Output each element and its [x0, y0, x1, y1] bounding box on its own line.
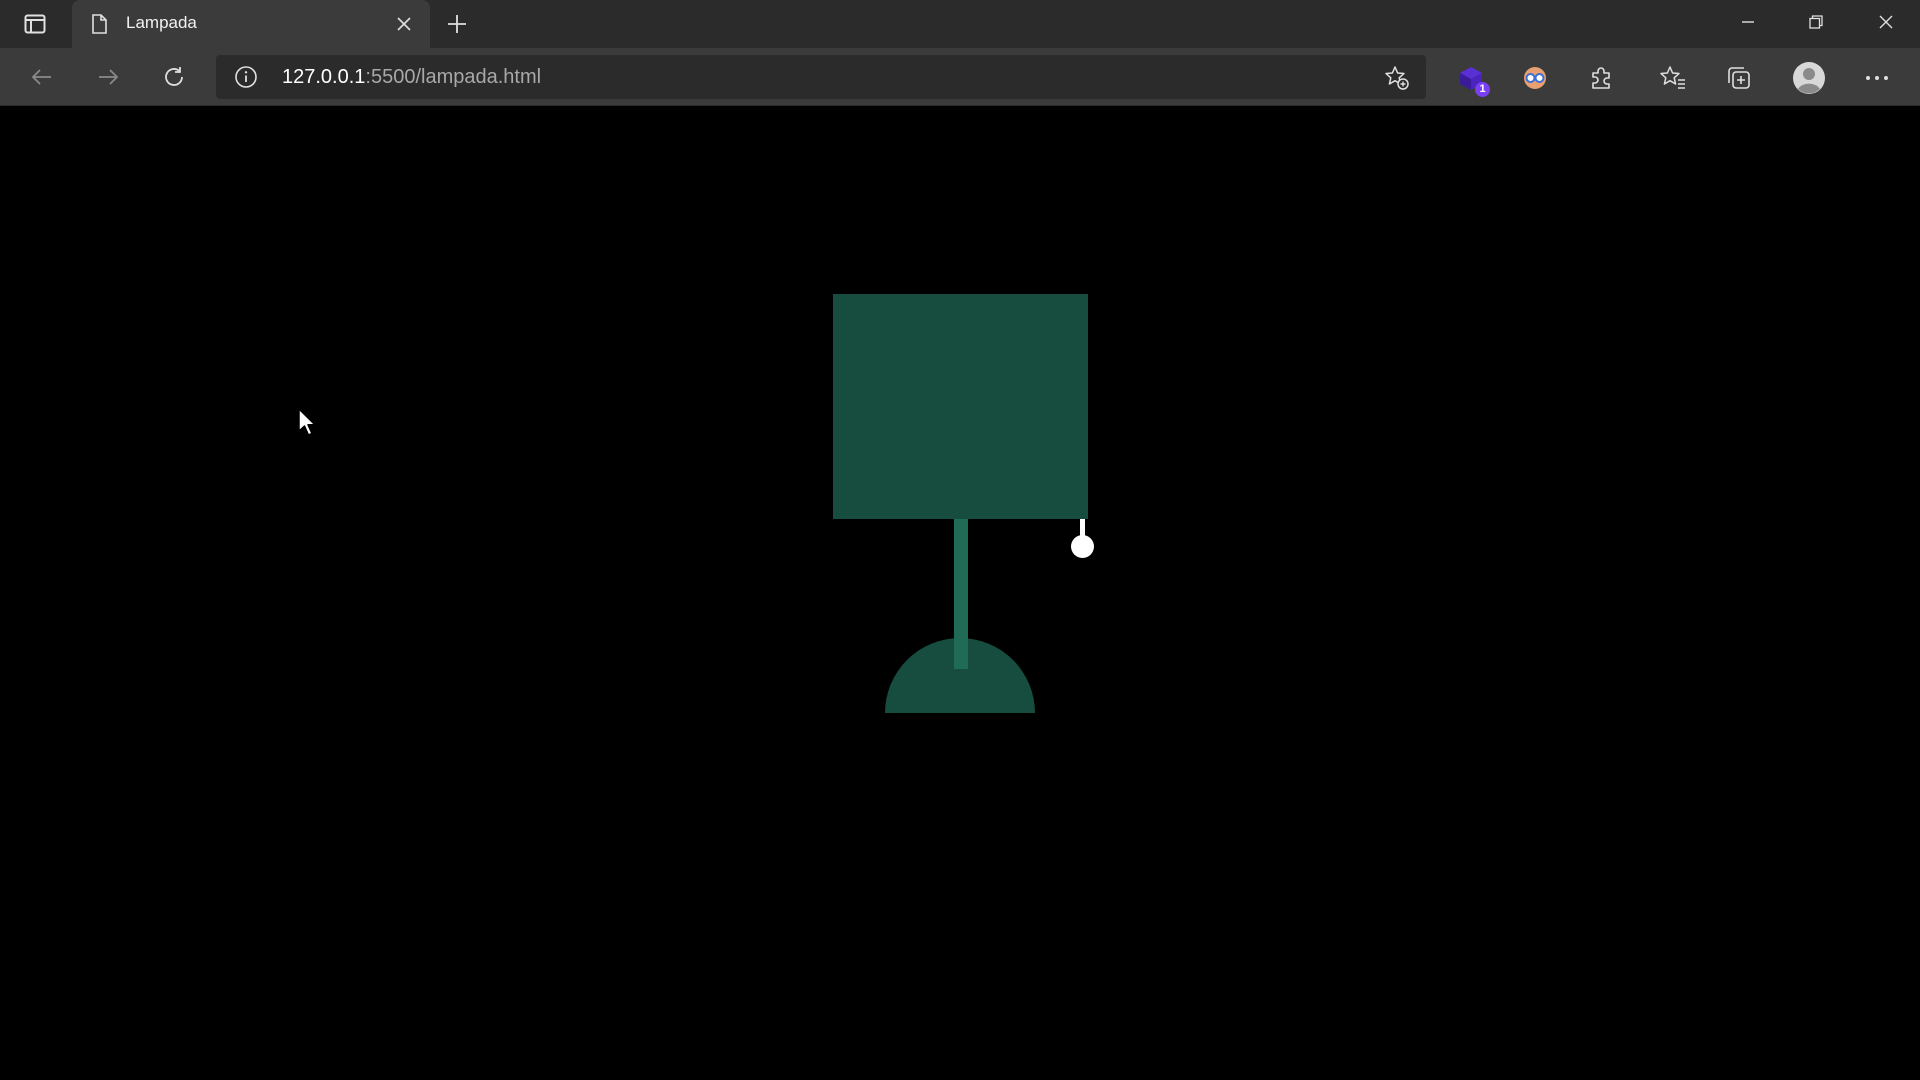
address-bar[interactable]: 127.0.0.1:5500/lampada.html [216, 55, 1426, 99]
minimize-button[interactable] [1714, 0, 1782, 44]
lamp-shade [833, 294, 1088, 519]
extension-cube-button[interactable]: 1 [1454, 61, 1490, 97]
close-icon [1879, 15, 1893, 29]
extensions-button[interactable] [1584, 61, 1618, 95]
page-document-icon [92, 14, 107, 34]
arrow-right-icon [99, 69, 119, 85]
browser-window: Lampada 127.0.0.1:5500/lampada.html 1 [0, 0, 1920, 1080]
tab-lampada[interactable]: Lampada [72, 0, 430, 48]
profile-button[interactable] [1792, 61, 1826, 95]
url-host: 127.0.0.1 [282, 66, 366, 88]
mouse-cursor-icon [298, 408, 316, 436]
url-text[interactable]: 127.0.0.1:5500/lampada.html [282, 66, 541, 89]
browser-toolbar: 127.0.0.1:5500/lampada.html 1 [0, 48, 1920, 106]
favorites-button[interactable] [1656, 61, 1690, 95]
collections-button[interactable] [1722, 61, 1756, 95]
lamp-switch-knob[interactable] [1071, 535, 1094, 558]
extension-glasses-button[interactable] [1518, 61, 1552, 95]
info-icon[interactable] [234, 65, 258, 89]
minimize-icon [1742, 21, 1754, 23]
restore-icon [1809, 15, 1823, 29]
collections-icon [1728, 67, 1750, 89]
restore-button[interactable] [1782, 0, 1850, 44]
window-close-button[interactable] [1852, 0, 1920, 44]
favorites-star-icon [1660, 66, 1685, 89]
avatar-icon [1793, 62, 1825, 94]
tab-title: Lampada [126, 13, 197, 32]
lamp-pole [954, 519, 968, 669]
puzzle-piece-icon [1592, 67, 1610, 89]
tab-close-button[interactable] [392, 12, 416, 36]
refresh-icon [165, 67, 183, 86]
add-favorite-icon[interactable] [1384, 65, 1410, 91]
arrow-left-icon [31, 69, 51, 85]
settings-more-button[interactable] [1860, 61, 1894, 95]
url-path: :5500/lampada.html [365, 66, 542, 88]
back-button[interactable] [24, 59, 60, 95]
tab-actions-icon [24, 14, 46, 34]
extension-badge: 1 [1475, 82, 1490, 97]
page-viewport [0, 107, 1920, 1080]
close-icon [397, 17, 411, 31]
forward-button[interactable] [90, 59, 126, 95]
plus-icon [448, 15, 466, 33]
tab-actions-menu-button[interactable] [14, 10, 56, 38]
new-tab-button[interactable] [442, 10, 472, 38]
tab-strip: Lampada [0, 0, 1920, 48]
refresh-button[interactable] [156, 59, 192, 95]
more-dots-icon [1866, 76, 1888, 80]
glasses-extension-icon [1524, 67, 1546, 89]
